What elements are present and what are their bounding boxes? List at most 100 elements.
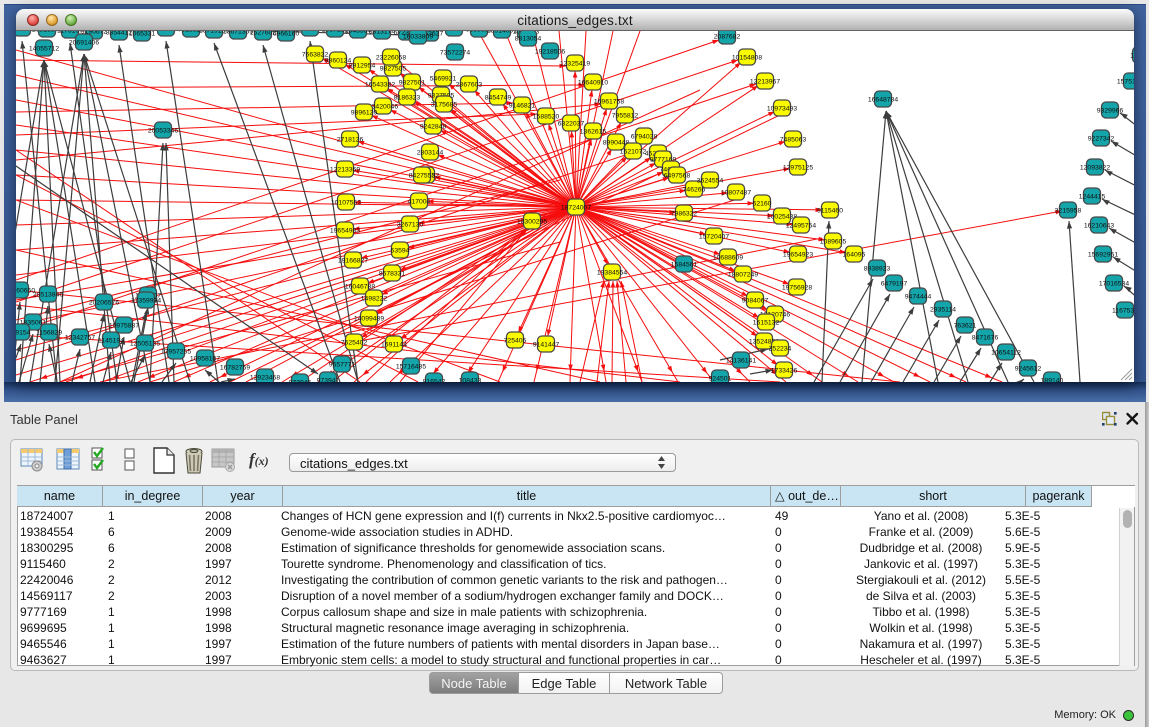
svg-text:8454749: 8454749 — [485, 94, 512, 101]
svg-text:7625402: 7625402 — [341, 339, 368, 346]
svg-text:17359934: 17359934 — [131, 297, 161, 304]
svg-text:18300295: 18300295 — [517, 218, 547, 225]
svg-text:9245612: 9245612 — [1015, 365, 1042, 372]
svg-text:15716485: 15716485 — [396, 363, 426, 370]
svg-text:18807249: 18807249 — [728, 271, 758, 278]
svg-text:9141447: 9141447 — [533, 341, 560, 348]
svg-text:1691144: 1691144 — [381, 341, 407, 348]
svg-text:19218506: 19218506 — [535, 48, 565, 55]
svg-text:816542: 816542 — [423, 378, 446, 382]
svg-text:14055712: 14055712 — [29, 45, 59, 52]
svg-text:6479197: 6479197 — [881, 280, 908, 287]
svg-text:16543382: 16543382 — [365, 81, 395, 88]
svg-text:10671355: 10671355 — [223, 31, 253, 35]
svg-text:19654983: 19654983 — [330, 227, 360, 234]
svg-text:2867603: 2867603 — [456, 81, 483, 88]
svg-text:20206576: 20206576 — [89, 299, 119, 306]
svg-text:2935114: 2935114 — [930, 306, 956, 313]
svg-text:2803144: 2803144 — [417, 149, 444, 156]
svg-text:725405: 725405 — [504, 337, 527, 344]
svg-text:6322037: 6322037 — [558, 120, 585, 127]
svg-text:7955812: 7955812 — [612, 112, 639, 119]
svg-text:6497568: 6497568 — [664, 172, 691, 179]
svg-text:763621: 763621 — [954, 322, 977, 329]
svg-text:9474444: 9474444 — [905, 293, 932, 300]
svg-text:16782759: 16782759 — [220, 364, 250, 371]
svg-text:1615132: 1615132 — [753, 319, 780, 326]
svg-text:252234: 252234 — [769, 345, 792, 352]
svg-text:5469921: 5469921 — [430, 75, 457, 82]
svg-text:9146821: 9146821 — [509, 102, 536, 109]
svg-text:10107553: 10107553 — [331, 199, 361, 206]
svg-text:53594: 53594 — [391, 247, 410, 254]
svg-text:9227342: 9227342 — [1088, 135, 1115, 142]
svg-text:19166827: 19166827 — [338, 257, 368, 264]
svg-text:164095: 164095 — [843, 251, 866, 258]
svg-text:19756928: 19756928 — [782, 284, 812, 291]
svg-text:1167534: 1167534 — [1112, 307, 1134, 314]
svg-text:10654112: 10654112 — [991, 349, 1021, 356]
svg-text:10958107: 10958107 — [190, 355, 220, 362]
svg-text:3267130: 3267130 — [397, 221, 424, 228]
svg-text:9329966: 9329966 — [1097, 107, 1124, 114]
svg-text:8912954: 8912954 — [349, 62, 376, 69]
svg-text:7986322: 7986322 — [671, 210, 698, 217]
svg-text:12093822: 12093822 — [1080, 164, 1110, 171]
svg-text:23226058: 23226058 — [376, 54, 406, 61]
svg-text:15720407: 15720407 — [699, 233, 729, 240]
svg-text:9827505: 9827505 — [380, 65, 407, 72]
svg-text:746266: 746266 — [683, 186, 706, 193]
svg-text:8813054: 8813054 — [515, 35, 542, 42]
svg-text:1843554: 1843554 — [345, 31, 372, 34]
svg-text:15692951: 15692951 — [1088, 251, 1118, 258]
svg-text:6794028: 6794028 — [631, 133, 658, 140]
svg-text:973946: 973946 — [289, 379, 312, 382]
svg-text:12213967: 12213967 — [750, 78, 780, 85]
svg-text:10688609: 10688609 — [713, 254, 743, 261]
svg-text:9465546: 9465546 — [441, 31, 468, 32]
svg-text:1498222: 1498222 — [361, 295, 388, 302]
svg-text:12505135: 12505135 — [130, 340, 160, 347]
svg-text:3175685: 3175685 — [431, 101, 458, 108]
svg-text:9115460: 9115460 — [817, 207, 843, 214]
svg-text:1089605: 1089605 — [820, 238, 847, 245]
svg-text:924501: 924501 — [709, 375, 732, 382]
svg-text:8186323: 8186323 — [394, 94, 421, 101]
svg-text:17016534: 17016534 — [1099, 280, 1129, 287]
svg-text:73572274: 73572274 — [440, 49, 470, 56]
svg-text:7485063: 7485063 — [780, 136, 807, 143]
svg-text:1065331: 1065331 — [129, 31, 156, 37]
svg-text:16033809: 16033809 — [403, 33, 433, 40]
svg-text:8938923: 8938923 — [864, 265, 891, 272]
svg-text:1733426: 1733426 — [771, 367, 798, 374]
svg-text:9242848: 9242848 — [420, 123, 447, 130]
svg-text:9657771: 9657771 — [329, 361, 356, 368]
svg-text:1584561: 1584561 — [671, 261, 698, 268]
svg-text:20053346: 20053346 — [148, 127, 178, 134]
svg-text:16961758: 16961758 — [594, 98, 624, 105]
svg-text:1145194: 1145194 — [98, 337, 124, 344]
svg-text:9084067: 9084067 — [742, 297, 769, 304]
svg-text:16648784: 16648784 — [868, 96, 898, 103]
svg-text:3624554: 3624554 — [697, 177, 724, 184]
svg-text:12213369: 12213369 — [330, 166, 360, 173]
svg-text:8813174: 8813174 — [369, 31, 396, 35]
svg-text:39154: 39154 — [16, 329, 31, 336]
svg-text:9896120: 9896120 — [351, 109, 378, 116]
svg-text:19384554: 19384554 — [597, 269, 627, 276]
svg-text:12495754: 12495754 — [786, 222, 816, 229]
svg-text:8471676: 8471676 — [972, 334, 999, 341]
svg-text:10973493: 10973493 — [767, 105, 797, 112]
svg-text:108433: 108433 — [459, 377, 482, 382]
svg-text:12975125: 12975125 — [783, 164, 813, 171]
svg-text:10154808: 10154808 — [732, 54, 762, 61]
svg-text:417004: 417004 — [408, 198, 431, 205]
svg-text:111702: 111702 — [1130, 52, 1134, 59]
svg-text:189140: 189140 — [1041, 377, 1064, 382]
svg-text:2087682: 2087682 — [714, 33, 741, 40]
svg-text:973941: 973941 — [317, 377, 340, 382]
svg-text:18724007: 18724007 — [561, 204, 591, 211]
svg-text:1621072: 1621072 — [620, 148, 647, 155]
svg-text:10975887: 10975887 — [109, 322, 139, 329]
svg-text:14099489: 14099489 — [354, 315, 384, 322]
